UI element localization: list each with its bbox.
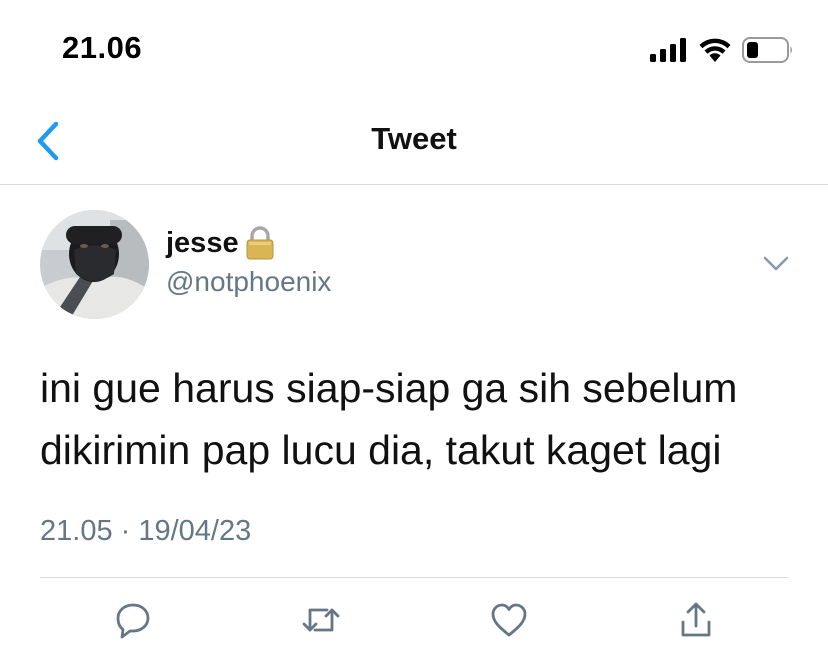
like-icon — [491, 603, 527, 637]
divider — [40, 577, 788, 578]
display-name[interactable]: jesse — [166, 226, 275, 260]
retweet-button[interactable] — [301, 600, 341, 640]
like-button[interactable] — [489, 600, 529, 640]
tweet-timestamp: 21.05 · 19/04/23 — [40, 515, 251, 548]
more-options-button[interactable] — [760, 250, 792, 276]
chevron-down-icon — [763, 256, 789, 271]
status-bar: 21.06 — [0, 0, 828, 100]
share-button[interactable] — [676, 600, 716, 640]
avatar[interactable] — [40, 210, 149, 319]
display-name-text: jesse — [166, 226, 239, 259]
tweet-date[interactable]: 19/04/23 — [138, 515, 251, 547]
reply-button[interactable] — [113, 600, 153, 640]
battery-icon — [742, 37, 792, 63]
page-title: Tweet — [371, 121, 457, 156]
lock-icon — [246, 226, 274, 260]
tweet-text: ini gue harus siap-siap ga sih sebelum d… — [40, 365, 738, 473]
status-icons — [650, 35, 794, 65]
tweet-time: 21.05 — [40, 515, 113, 547]
status-time: 21.06 — [62, 30, 143, 65]
signal-icon — [650, 38, 686, 62]
user-handle[interactable]: @notphoenix — [166, 266, 331, 298]
navigation-bar: Tweet — [0, 100, 828, 185]
wifi-icon — [699, 38, 731, 62]
reply-icon — [116, 603, 150, 639]
retweet-icon — [302, 608, 340, 632]
meta-separator: · — [112, 515, 139, 547]
share-icon — [681, 602, 711, 637]
